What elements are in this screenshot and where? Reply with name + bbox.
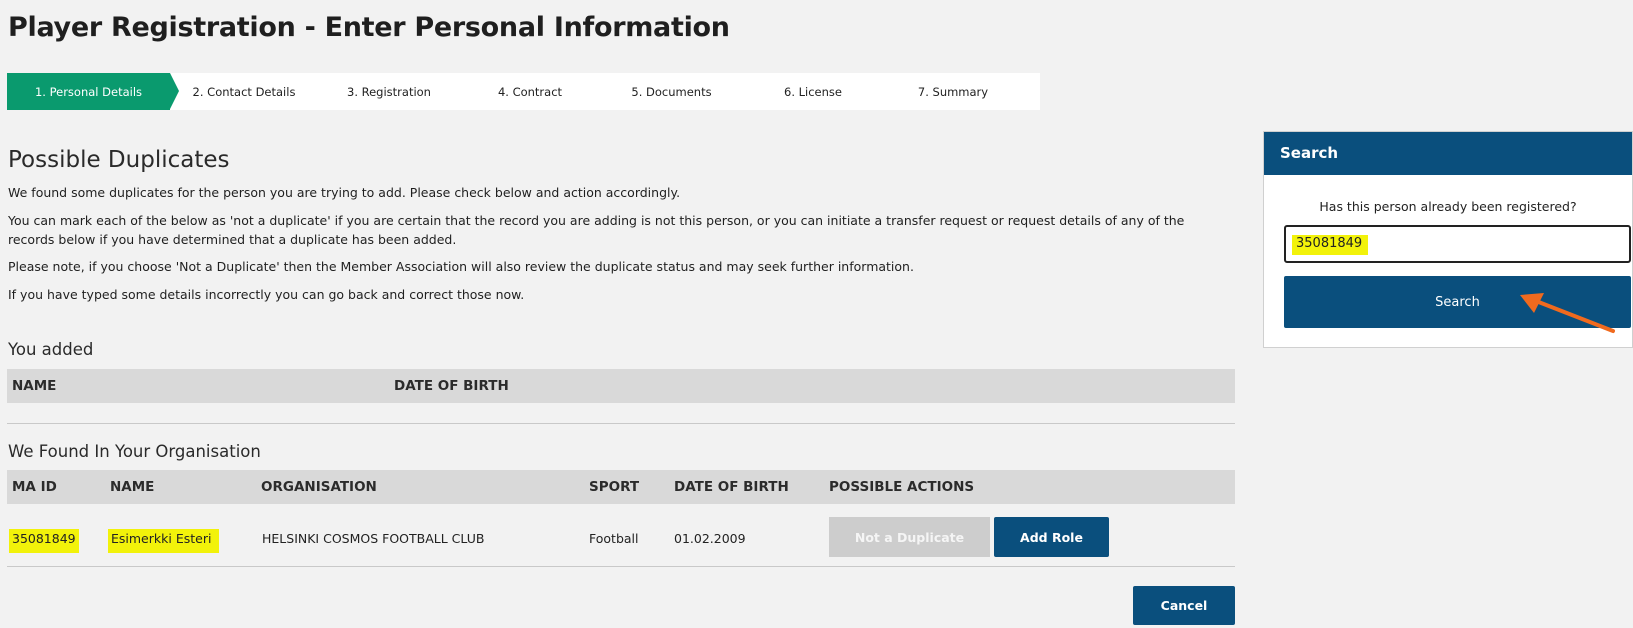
search-input-value: 35081849 bbox=[1292, 235, 1369, 255]
step-contact-details[interactable]: 2. Contact Details bbox=[170, 73, 318, 110]
orange-arrow-annotation bbox=[1520, 293, 1615, 333]
dob-cell: 01.02.2009 bbox=[674, 531, 746, 546]
divider bbox=[7, 423, 1235, 424]
correction-text: If you have typed some details incorrect… bbox=[8, 287, 525, 302]
column-header-dob: DATE OF BIRTH bbox=[394, 378, 509, 394]
you-added-table-header: NAME DATE OF BIRTH bbox=[7, 369, 1235, 403]
intro-text: We found some duplicates for the person … bbox=[8, 185, 681, 200]
name-cell: Esimerkki Esteri bbox=[108, 529, 220, 553]
not-a-duplicate-button[interactable]: Not a Duplicate bbox=[829, 517, 990, 557]
page-title: Player Registration - Enter Personal Inf… bbox=[8, 12, 730, 43]
found-in-organisation-title: We Found In Your Organisation bbox=[8, 442, 261, 461]
step-registration[interactable]: 3. Registration bbox=[318, 73, 460, 110]
column-header-name: NAME bbox=[12, 378, 57, 394]
add-role-button[interactable]: Add Role bbox=[994, 517, 1109, 557]
step-license[interactable]: 6. License bbox=[743, 73, 883, 110]
search-panel-header: Search bbox=[1264, 132, 1632, 175]
step-label: 6. License bbox=[784, 84, 842, 99]
you-added-title: You added bbox=[8, 340, 94, 359]
column-header-organisation: ORGANISATION bbox=[261, 479, 377, 495]
search-input[interactable]: 35081849 bbox=[1284, 225, 1631, 263]
explanation-text: You can mark each of the below as 'not a… bbox=[8, 213, 1185, 247]
step-documents[interactable]: 5. Documents bbox=[600, 73, 743, 110]
step-label: 2. Contact Details bbox=[192, 84, 296, 99]
found-table-header: MA ID NAME ORGANISATION SPORT DATE OF BI… bbox=[7, 470, 1235, 504]
column-header-name: NAME bbox=[110, 479, 155, 495]
ma-id-cell: 35081849 bbox=[9, 529, 79, 553]
step-contract[interactable]: 4. Contract bbox=[460, 73, 600, 110]
step-personal-details[interactable]: 1. Personal Details bbox=[7, 73, 179, 110]
column-header-sport: SPORT bbox=[589, 479, 640, 495]
registration-stepper: 1. Personal Details 2. Contact Details 3… bbox=[7, 73, 1040, 110]
note-text: Please note, if you choose 'Not a Duplic… bbox=[8, 259, 914, 274]
sport-cell: Football bbox=[589, 531, 639, 546]
step-label: 4. Contract bbox=[497, 84, 563, 99]
step-label: 5. Documents bbox=[631, 84, 712, 99]
column-header-actions: POSSIBLE ACTIONS bbox=[829, 479, 975, 495]
step-summary[interactable]: 7. Summary bbox=[883, 73, 1023, 110]
step-label: 1. Personal Details bbox=[34, 84, 143, 99]
step-label: 3. Registration bbox=[347, 84, 431, 99]
search-question: Has this person already been registered? bbox=[1319, 199, 1577, 214]
step-label: 7. Summary bbox=[917, 84, 989, 99]
cancel-button[interactable]: Cancel bbox=[1133, 586, 1235, 625]
column-header-ma-id: MA ID bbox=[12, 479, 57, 495]
organisation-cell: HELSINKI COSMOS FOOTBALL CLUB bbox=[262, 531, 485, 546]
divider bbox=[7, 566, 1235, 567]
column-header-dob: DATE OF BIRTH bbox=[674, 479, 789, 495]
possible-duplicates-title: Possible Duplicates bbox=[8, 147, 230, 173]
